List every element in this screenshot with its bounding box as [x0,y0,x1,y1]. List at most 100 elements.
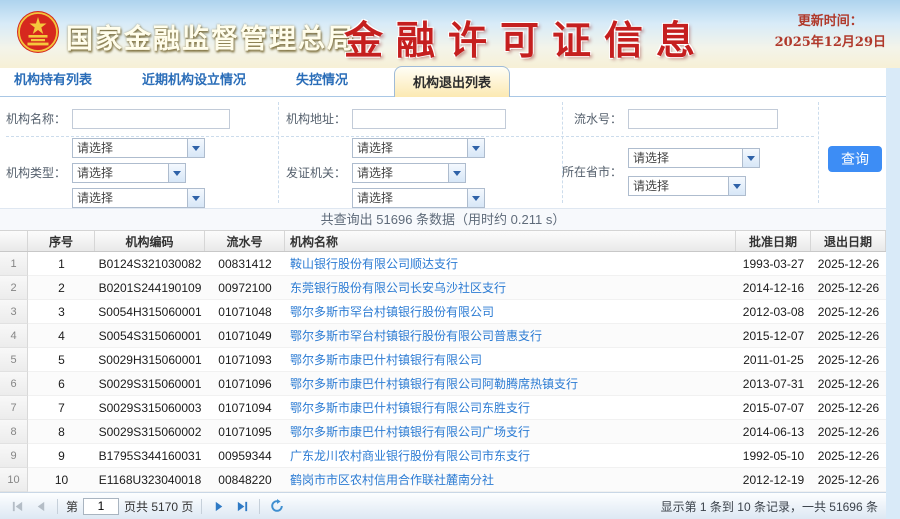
seq-cell: 10 [28,468,95,492]
org-address-input[interactable] [352,109,506,129]
org-code-cell: B1795S344160031 [95,444,205,468]
table-row[interactable]: 55S0029H31506000101071093鄂尔多斯市康巴什村镇银行有限公… [0,348,886,372]
seq-cell: 9 [28,444,95,468]
next-page-button[interactable] [210,497,228,515]
org-name-link[interactable]: 鄂尔多斯市康巴什村镇银行有限公司阿勒腾席热镇支行 [290,375,578,392]
org-name-link[interactable]: 东莞银行股份有限公司长安乌沙社区支行 [290,279,506,296]
column-header-exit-date[interactable]: 退出日期 [811,231,886,251]
pager-divider [201,499,202,514]
city-select[interactable]: 请选择 [628,176,746,196]
exit-date-cell: 2025-12-26 [811,252,886,276]
table-row[interactable]: 1010E1168U32304001800848220鹤岗市市区农村信用合作联社… [0,468,886,492]
seq-cell: 1 [28,252,95,276]
pager-divider [259,499,260,514]
row-index-cell: 2 [0,276,28,300]
form-divider [6,136,814,137]
row-index-cell: 4 [0,324,28,348]
serial-cell: 01071049 [205,324,285,348]
financial-license-info-page: 国家金融监督管理总局 金融许可证信息 更新时间： 2025年12月29日 机构持… [0,0,900,519]
column-header-serial[interactable]: 流水号 [205,231,285,251]
table-row[interactable]: 99B1795S34416003100959344广东龙川农村商业银行股份有限公… [0,444,886,468]
refresh-icon[interactable] [268,497,286,515]
pagination-bar: 第 页共 5170 页 显示第 1 条到 10 条记录，一共 51696 条 [0,492,886,519]
org-name-input[interactable] [72,109,230,129]
row-index-cell: 7 [0,396,28,420]
org-name-link[interactable]: 广东龙川农村商业银行股份有限公司市东支行 [290,447,530,464]
approve-date-cell: 2014-12-16 [736,276,811,300]
exit-date-cell: 2025-12-26 [811,444,886,468]
issuing-authority-select-1[interactable]: 请选择 [352,138,485,158]
org-address-label: 机构地址： [284,109,346,129]
org-type-select-3[interactable]: 请选择 [72,188,205,208]
issuing-authority-label: 发证机关： [284,163,346,183]
column-header-seq[interactable]: 序号 [28,231,95,251]
org-code-cell: B0124S321030082 [95,252,205,276]
org-code-cell: S0054S315060001 [95,324,205,348]
org-name-link[interactable]: 鄂尔多斯市康巴什村镇银行有限公司 [290,351,482,368]
serial-cell: 01071048 [205,300,285,324]
org-name-cell: 鄂尔多斯市康巴什村镇银行有限公司 [285,348,736,372]
org-type-select-1[interactable]: 请选择 [72,138,205,158]
org-name-link[interactable]: 鹤岗市市区农村信用合作联社麓南分社 [290,471,494,488]
seq-cell: 3 [28,300,95,324]
tab-recent-establishment[interactable]: 近期机构设立情况 [138,69,250,96]
previous-page-button[interactable] [31,497,49,515]
page-label-suffix: 页共 5170 页 [124,498,193,515]
org-name-link[interactable]: 鄂尔多斯市罕台村镇银行股份有限公司普惠支行 [290,327,542,344]
approve-date-cell: 2013-07-31 [736,372,811,396]
org-name-link[interactable]: 鞍山银行股份有限公司顺达支行 [290,255,458,272]
org-name-cell: 广东龙川农村商业银行股份有限公司市东支行 [285,444,736,468]
record-summary: 显示第 1 条到 10 条记录，一共 51696 条 [661,498,878,515]
org-code-cell: S0054H315060001 [95,300,205,324]
search-button[interactable]: 查询 [828,146,882,172]
approve-date-cell: 2012-12-19 [736,468,811,492]
chevron-down-icon [448,164,465,182]
tab-exit-list[interactable]: 机构退出列表 [394,66,510,97]
org-name-link[interactable]: 鄂尔多斯市康巴什村镇银行有限公司广场支行 [290,423,530,440]
serial-number-input[interactable] [628,109,778,129]
table-row[interactable]: 33S0054H31506000101071048鄂尔多斯市罕台村镇银行股份有限… [0,300,886,324]
table-row[interactable]: 44S0054S31506000101071049鄂尔多斯市罕台村镇银行股份有限… [0,324,886,348]
org-code-cell: B0201S244190109 [95,276,205,300]
table-header: 序号 机构编码 流水号 机构名称 批准日期 退出日期 [0,230,886,252]
org-name-cell: 鄂尔多斯市罕台村镇银行股份有限公司 [285,300,736,324]
table-row[interactable]: 11B0124S32103008200831412鞍山银行股份有限公司顺达支行1… [0,252,886,276]
column-header-org-code[interactable]: 机构编码 [95,231,205,251]
row-index-cell: 5 [0,348,28,372]
table-row[interactable]: 77S0029S31506000301071094鄂尔多斯市康巴什村镇银行有限公… [0,396,886,420]
serial-cell: 00848220 [205,468,285,492]
issuing-authority-select-3[interactable]: 请选择 [352,188,485,208]
table-row[interactable]: 22B0201S24419010900972100东莞银行股份有限公司长安乌沙社… [0,276,886,300]
org-name-link[interactable]: 鄂尔多斯市康巴什村镇银行有限公司东胜支行 [290,399,530,416]
chevron-down-icon [187,139,204,157]
seq-cell: 2 [28,276,95,300]
form-divider [818,102,819,203]
org-name-cell: 鄂尔多斯市康巴什村镇银行有限公司东胜支行 [285,396,736,420]
org-type-select-2[interactable]: 请选择 [72,163,186,183]
seq-cell: 5 [28,348,95,372]
org-name-cell: 东莞银行股份有限公司长安乌沙社区支行 [285,276,736,300]
column-header-org-name[interactable]: 机构名称 [285,231,736,251]
row-index-cell: 6 [0,372,28,396]
table-row[interactable]: 66S0029S31506000101071096鄂尔多斯市康巴什村镇银行有限公… [0,372,886,396]
row-index-cell: 10 [0,468,28,492]
search-form: 机构名称： 机构地址： 流水号： 机构类型： 请选择 请选择 请选择 发证机关：… [0,97,886,208]
tab-bar: 机构持有列表 近期机构设立情况 失控情况 机构退出列表 [0,68,886,97]
approve-date-cell: 1993-03-27 [736,252,811,276]
page-number-input[interactable] [83,498,119,515]
agency-title: 国家金融监督管理总局 [66,17,356,56]
org-name-link[interactable]: 鄂尔多斯市罕台村镇银行股份有限公司 [290,303,494,320]
pager-divider [57,499,58,514]
org-code-cell: S0029H315060001 [95,348,205,372]
last-page-button[interactable] [233,497,251,515]
first-page-button[interactable] [8,497,26,515]
table-row[interactable]: 88S0029S31506000201071095鄂尔多斯市康巴什村镇银行有限公… [0,420,886,444]
tab-holding-list[interactable]: 机构持有列表 [10,69,96,96]
page-header: 国家金融监督管理总局 金融许可证信息 更新时间： 2025年12月29日 [0,0,900,68]
issuing-authority-select-2[interactable]: 请选择 [352,163,466,183]
province-select[interactable]: 请选择 [628,148,760,168]
tab-out-of-control[interactable]: 失控情况 [292,69,352,96]
update-time-value: 2025年12月29日 [775,33,886,54]
row-index-cell: 8 [0,420,28,444]
column-header-approve-date[interactable]: 批准日期 [736,231,811,251]
